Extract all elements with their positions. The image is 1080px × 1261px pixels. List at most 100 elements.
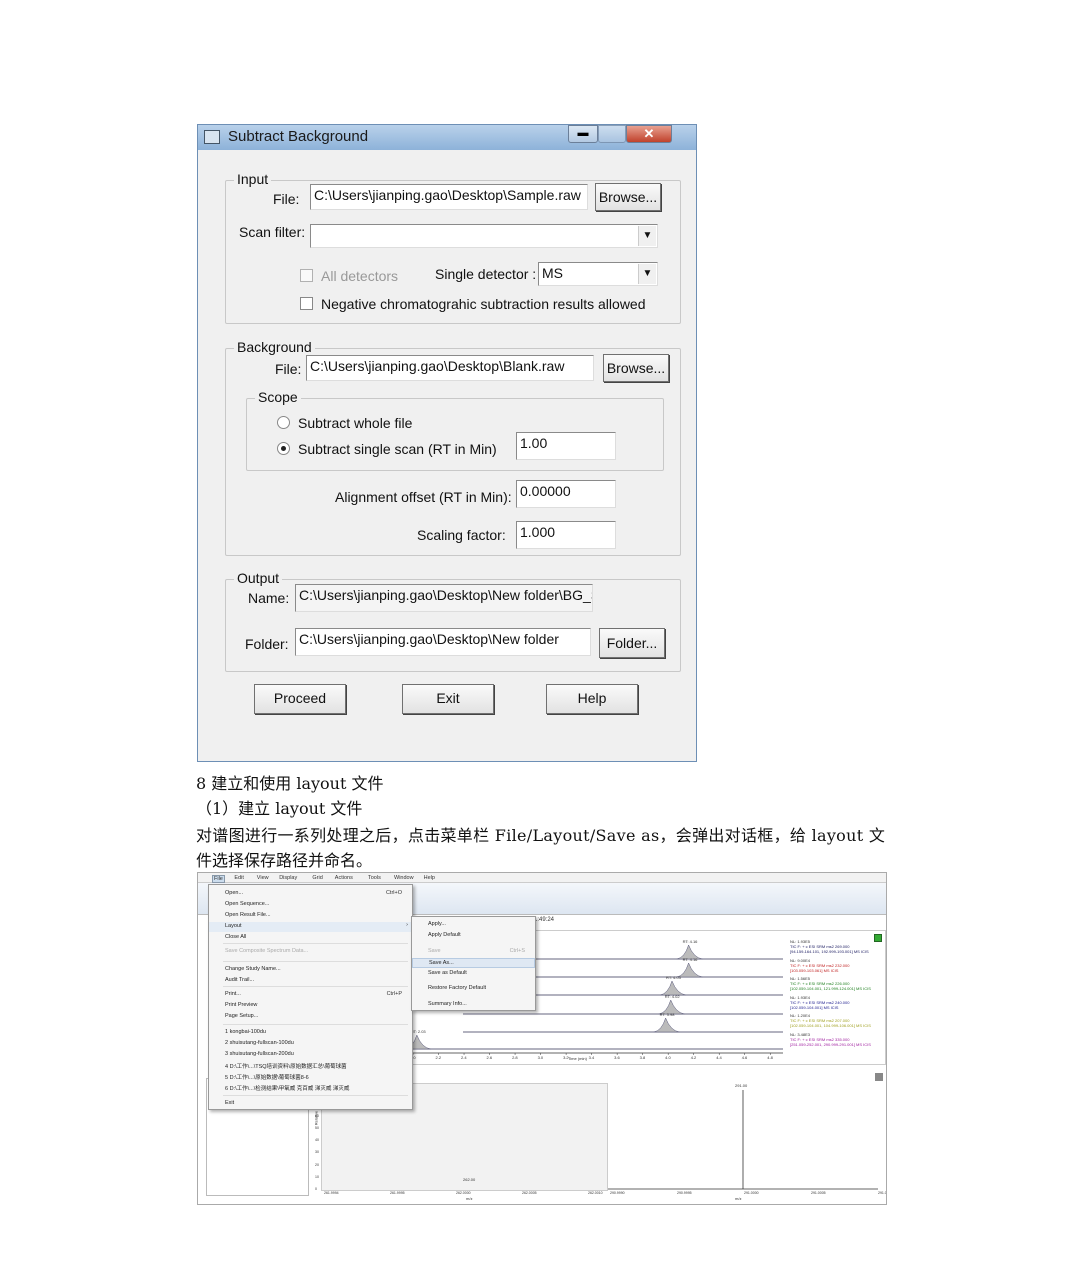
single-detector-select[interactable]: MS ▼ [538,262,658,286]
output-name-field[interactable]: C:\Users\jianping.gao\Desktop\New folder… [295,584,593,612]
file-menu-item[interactable]: Save Composite Spectrum Data... [209,947,412,957]
input-browse-button[interactable]: Browse... [595,183,661,211]
x-tick-label: 290.9990 [610,1191,625,1195]
layout-menu-item[interactable]: Restore Factory Default [412,984,535,994]
time-tick-label: 4.0 [665,1055,671,1060]
subtract-single-scan-radio[interactable] [277,442,290,455]
peak-rt-label: RT: 4.16 [682,957,698,962]
layout-menu-item[interactable]: Save as Default [412,969,535,979]
file-menu-item[interactable]: Print... Ctrl+P [209,990,412,1000]
peak-rt-label: RT: 3.98 [659,1012,675,1017]
peak-label-right: 291.00 [735,1083,748,1088]
x-tick-label: 291.0005 [811,1191,826,1195]
single-detector-label: Single detector : [435,266,537,282]
file-menu-item-label: Save Composite Spectrum Data... [225,948,309,954]
layout-menu-item[interactable]: Apply Default [412,931,535,941]
layout-submenu: Apply... Apply Default Save Ctrl+S Save As..… [411,916,536,1011]
all-detectors-checkbox[interactable] [300,269,313,282]
subsection-heading: （1）建立 layout 文件 [196,799,363,818]
menu-separator [223,986,408,987]
layout-menu-item[interactable]: Apply... [412,920,535,930]
input-file-field[interactable]: C:\Users\jianping.gao\Desktop\Sample.raw [310,184,588,210]
close-button[interactable]: ✕ [626,125,672,143]
scan-filter-select[interactable]: ▼ [310,224,658,248]
file-menu-item[interactable]: Page Setup... [209,1012,412,1022]
time-tick-label: 3.2 [563,1055,569,1060]
layout-menu-item-label: Save As... [429,960,454,966]
layout-menu-item-label: Apply... [428,921,446,927]
layout-menu-item[interactable]: Save Ctrl+S [412,947,535,957]
file-menu-item[interactable]: 3 shuisutang-fullscan-200du [209,1050,412,1060]
maximize-button[interactable] [598,125,626,143]
layout-menu-item-label: Save [428,948,441,954]
file-menu-item[interactable]: 6 D:\工作\...\检测结果\甲氧威 克百威 涕灭威 涕灭威 [209,1083,412,1093]
file-menu-item[interactable]: Open Sequence... [209,900,412,910]
menu-separator [223,961,408,962]
y-tick-label: 40 [315,1138,319,1143]
chrom-x-label: Time (min) [568,1056,587,1061]
folder-button[interactable]: Folder... [599,628,665,658]
time-tick-label: 3.0 [537,1055,544,1060]
scaling-factor-field[interactable]: 1.000 [516,521,616,549]
file-menu-item-label: 2 shuisutang-fullscan-100du [225,1040,294,1046]
output-legend: Output [234,570,283,586]
x-axis-label-left: m/z [466,1196,473,1201]
shortcut-label: Ctrl+S [509,948,525,954]
peak-rt-label: RT: 4.02 [664,994,680,999]
file-menu-item[interactable]: 5 D:\工作\...\原始数据\葡萄球菌8-6 [209,1072,412,1082]
file-menu-item[interactable]: Close All [209,933,412,943]
output-folder-field[interactable]: C:\Users\jianping.gao\Desktop\New folder [295,628,591,656]
file-menu-item[interactable]: Open... Ctrl+O [209,889,412,899]
x-axis-label-right: m/z [735,1196,742,1201]
time-tick-label: 2.6 [486,1055,493,1060]
single-scan-rt-field[interactable]: 1.00 [516,432,616,460]
time-tick-label: 3.8 [639,1055,646,1060]
alignment-offset-label: Alignment offset (RT in Min): [335,489,512,505]
background-file-field[interactable]: C:\Users\jianping.gao\Desktop\Blank.raw [306,355,594,381]
chevron-down-icon: ▼ [638,264,656,284]
layout-menu-item[interactable]: Save As... [412,958,535,968]
output-folder-label: Folder: [245,636,289,652]
proceed-button[interactable]: Proceed [254,684,346,714]
file-menu-item[interactable]: Open Result File... [209,911,412,921]
section-heading: 8 建立和使用 layout 文件 [196,774,384,793]
paragraph-line-1: 对谱图进行一系列处理之后，点击菜单栏 File/Layout/Save as，会… [196,826,886,845]
file-menu-item-label: Open... [225,890,244,896]
menu-separator [223,943,408,944]
layout-menu-item[interactable]: Summary Info... [412,1000,535,1010]
file-menu-item[interactable]: Exit [209,1099,412,1109]
help-button[interactable]: Help [546,684,638,714]
shortcut-label: Ctrl+P [386,991,402,997]
background-browse-button[interactable]: Browse... [603,354,669,382]
subtract-whole-file-radio[interactable] [277,416,290,429]
time-tick-label: 2.4 [461,1055,467,1060]
x-tick-label: 261.9995 [390,1191,405,1195]
y-tick-label: 0 [315,1187,317,1191]
time-tick-label: 4.2 [690,1055,697,1060]
layout-menu-item-label: Save as Default [428,970,467,976]
shortcut-label: Ctrl+O [385,890,402,896]
file-menu-item[interactable]: Audit Trail... [209,976,412,986]
pin-icon[interactable] [875,1073,883,1081]
minimize-button[interactable]: ▬ [568,125,598,143]
file-menu-item[interactable]: Print Preview [209,1001,412,1011]
negative-results-checkbox[interactable] [300,297,313,310]
file-menu-item-label: Exit [225,1100,235,1106]
file-menu-item[interactable]: 4 D:\工作\...\TSQ培训资料\原始数据汇总\葡萄球菌 [209,1061,412,1071]
file-menu-item[interactable]: Layout › [209,922,412,932]
peak-label-left: 262.00 [463,1177,476,1182]
chromatogram-peak [653,1017,680,1033]
file-menu-item[interactable]: 1 kongbai-100du [209,1028,412,1038]
file-menu-item-label: Layout [225,923,242,929]
alignment-offset-field[interactable]: 0.00000 [516,480,616,508]
background-file-label: File: [275,361,302,377]
dialog-title: Subtract Background [228,128,369,145]
file-menu-item[interactable]: Change Study Name... [209,965,412,975]
chromatogram-peak [659,980,687,996]
file-menu-item[interactable]: 2 shuisutang-fullscan-100du [209,1039,412,1049]
file-menu-item-label: 5 D:\工作\...\原始数据\葡萄球菌8-6 [225,1075,309,1081]
subtract-whole-file-label: Subtract whole file [298,415,413,431]
time-tick-label: 3.4 [588,1055,595,1060]
x-tick-label: 262.0000 [456,1191,471,1195]
exit-button[interactable]: Exit [402,684,494,714]
